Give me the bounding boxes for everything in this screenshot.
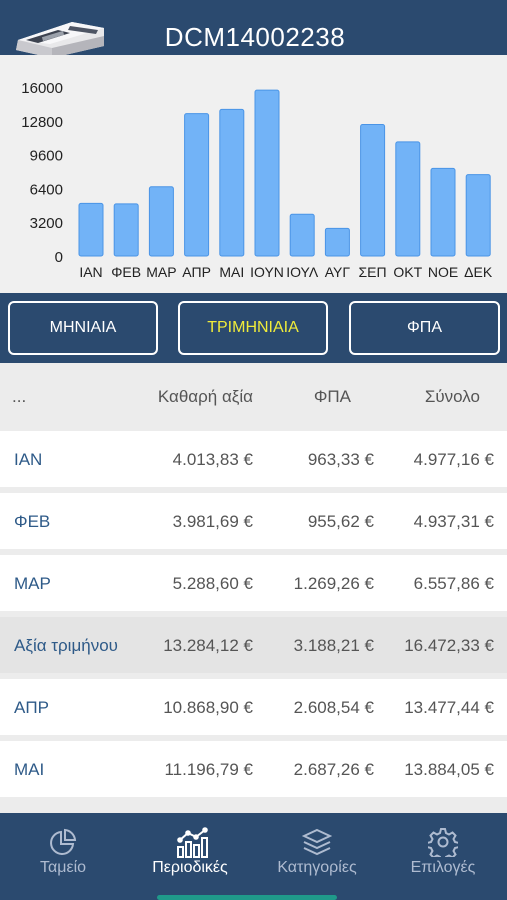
quarterly-segment-button[interactable]: ΤΡΙΜΗΝΙΑΙΑ bbox=[178, 301, 328, 355]
tab-label: Κατηγορίες bbox=[277, 859, 357, 876]
vat-segment-button[interactable]: ΦΠΑ bbox=[349, 301, 500, 355]
table-row[interactable]: ΜΑΙ 11.196,79 € 2.687,26 € 13.884,05 € bbox=[0, 741, 507, 797]
row-vat: 3.188,21 € bbox=[293, 636, 374, 655]
bottom-tab-bar: Ταμείο Περιοδικές Κατηγορίες Επιλογές bbox=[0, 813, 507, 900]
row-total: 4.937,31 € bbox=[413, 512, 494, 531]
y-tick-label: 0 bbox=[55, 249, 63, 266]
gear-icon bbox=[428, 828, 458, 857]
row-vat: 2.687,26 € bbox=[293, 760, 374, 779]
x-tick-label: ΑΥΓ bbox=[325, 264, 351, 280]
home-indicator bbox=[157, 895, 337, 900]
values-table: ... Καθαρή αξία ΦΠΑ Σύνολο ΙΑΝ 4.013,83 … bbox=[0, 363, 507, 813]
x-tick-label: ΣΕΠ bbox=[359, 264, 387, 280]
x-tick-label: ΜΑΙ bbox=[219, 264, 244, 280]
table-row[interactable]: ΜΑΡ 5.288,60 € 1.269,26 € 6.557,86 € bbox=[0, 555, 507, 611]
row-total: 13.884,05 € bbox=[404, 760, 494, 779]
header-total: Σύνολο bbox=[424, 387, 480, 406]
row-net: 4.013,83 € bbox=[172, 450, 253, 469]
bar-ΙΟΥΝ[interactable] bbox=[254, 89, 280, 257]
row-net: 5.288,60 € bbox=[172, 574, 253, 593]
x-tick-label: ΝΟΕ bbox=[428, 264, 458, 280]
row-net: 10.868,90 € bbox=[163, 698, 253, 717]
quarter-summary-row[interactable]: Αξία τριμήνου 13.284,12 € 3.188,21 € 16.… bbox=[0, 617, 507, 673]
bar-ΑΠΡ[interactable] bbox=[184, 113, 210, 257]
x-tick-label: ΑΠΡ bbox=[182, 264, 211, 280]
bar-ΑΥΓ[interactable] bbox=[324, 227, 350, 257]
row-label: Αξία τριμήνου bbox=[14, 636, 118, 655]
row-label: ΑΠΡ bbox=[14, 698, 49, 717]
bar-ΜΑΡ[interactable] bbox=[148, 186, 174, 257]
table-row[interactable]: ΙΑΝ 4.013,83 € 963,33 € 4.977,16 € bbox=[0, 431, 507, 487]
bar-ΙΟΥΛ[interactable] bbox=[289, 213, 315, 257]
row-label: ΦΕΒ bbox=[14, 512, 51, 531]
table-row[interactable]: ΦΕΒ 3.981,69 € 955,62 € 4.937,31 € bbox=[0, 493, 507, 549]
row-net: 3.981,69 € bbox=[172, 512, 253, 531]
cash-register-icon bbox=[16, 22, 104, 58]
x-tick-label: ΟΚΤ bbox=[393, 264, 422, 280]
row-vat: 2.608,54 € bbox=[293, 698, 374, 717]
row-total: 4.977,16 € bbox=[413, 450, 494, 469]
row-label: ΜΑΡ bbox=[14, 574, 51, 593]
bar-ΜΑΙ[interactable] bbox=[219, 108, 245, 257]
tab-label: Επιλογές bbox=[410, 859, 476, 876]
x-tick-label: ΔΕΚ bbox=[464, 264, 493, 280]
bar-ΝΟΕ[interactable] bbox=[430, 167, 456, 257]
row-vat: 1.269,26 € bbox=[293, 574, 374, 593]
header-vat: ΦΠΑ bbox=[313, 387, 351, 406]
tab-label: Περιοδικές bbox=[152, 859, 228, 876]
y-tick-label: 9600 bbox=[30, 148, 63, 165]
y-tick-label: 3200 bbox=[30, 215, 63, 232]
table-row[interactable]: ΑΠΡ 10.868,90 € 2.608,54 € 13.477,44 € bbox=[0, 679, 507, 735]
y-tick-label: 12800 bbox=[21, 114, 63, 131]
tab-options[interactable]: Επιλογές bbox=[380, 813, 506, 900]
page-title: DCM14002238 bbox=[164, 22, 346, 52]
tab-periodic[interactable]: Περιοδικές bbox=[127, 813, 253, 900]
x-tick-label: ΦΕΒ bbox=[111, 264, 141, 280]
x-tick-label: ΙΟΥΛ bbox=[286, 264, 319, 280]
row-net: 11.196,79 € bbox=[164, 760, 253, 779]
tab-categories[interactable]: Κατηγορίες bbox=[254, 813, 380, 900]
bar-ΟΚΤ[interactable] bbox=[395, 141, 421, 257]
bar-ΣΕΠ[interactable] bbox=[360, 123, 386, 257]
row-vat: 963,33 € bbox=[307, 450, 374, 469]
row-label: ΜΑΙ bbox=[14, 760, 45, 779]
y-tick-label: 16000 bbox=[21, 80, 63, 97]
header-net-value: Καθαρή αξία bbox=[157, 387, 253, 406]
chart-svg: 0 3200 6400 9600 12800 16000 ΙΑΝ ΦΕΒ ΜΑΡ ΑΠΡ ΜΑΙ ΙΟ… bbox=[21, 80, 493, 280]
tab-cash-register[interactable]: Ταμείο bbox=[0, 813, 126, 900]
x-tick-label: ΙΑΝ bbox=[79, 264, 102, 280]
y-tick-label: 6400 bbox=[30, 181, 63, 198]
row-total: 13.477,44 € bbox=[404, 698, 494, 717]
bar-chart-icon bbox=[177, 827, 208, 858]
x-tick-label: ΜΑΡ bbox=[146, 264, 176, 280]
monthly-segment-button[interactable]: ΜΗΝΙΑΙΑ bbox=[8, 301, 158, 355]
row-vat: 955,62 € bbox=[307, 512, 374, 531]
bar-ΔΕΚ[interactable] bbox=[465, 174, 491, 257]
pie-chart-icon bbox=[50, 828, 77, 855]
table-header: ... Καθαρή αξία ΦΠΑ Σύνολο bbox=[0, 363, 507, 428]
bar-ΙΑΝ[interactable] bbox=[78, 202, 104, 257]
period-selector: ΜΗΝΙΑΙΑ ΤΡΙΜΗΝΙΑΙΑ ΦΠΑ bbox=[0, 293, 507, 363]
x-tick-label: ΙΟΥΝ bbox=[250, 264, 284, 280]
app-header: DCM14002238 bbox=[0, 0, 507, 58]
bar-ΦΕΒ[interactable] bbox=[113, 203, 139, 257]
monthly-bar-chart: 0 3200 6400 9600 12800 16000 ΙΑΝ ΦΕΒ ΜΑΡ ΑΠΡ ΜΑΙ ΙΟ… bbox=[0, 55, 507, 293]
row-total: 6.557,86 € bbox=[413, 574, 494, 593]
tab-label: Ταμείο bbox=[39, 859, 87, 876]
row-net: 13.284,12 € bbox=[163, 636, 253, 655]
row-label: ΙΑΝ bbox=[14, 450, 43, 469]
layers-icon bbox=[302, 828, 332, 856]
row-total: 16.472,33 € bbox=[404, 636, 494, 655]
header-more: ... bbox=[12, 387, 27, 406]
